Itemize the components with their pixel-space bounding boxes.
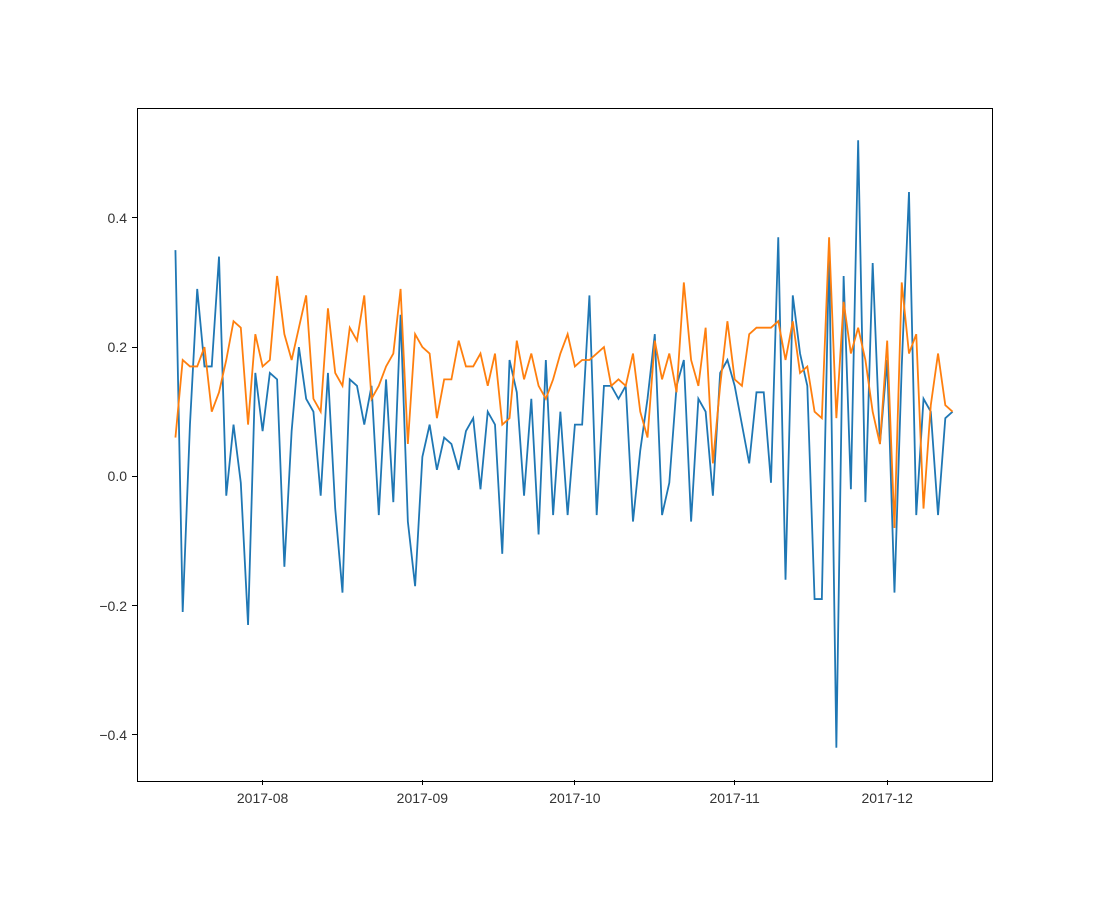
- x-tick-label: 2017-10: [549, 790, 600, 806]
- y-tick-label: −0.2: [77, 598, 127, 614]
- chart-container: −0.4 −0.2 0.0 0.2 0.4 2017-08 2017-09 2017-10 2…: [0, 0, 1100, 900]
- x-tick-label: 2017-12: [861, 790, 912, 806]
- y-tick-label: 0.4: [77, 210, 127, 226]
- y-tick-mark: [132, 605, 137, 606]
- x-tick-mark: [887, 780, 888, 785]
- y-tick-label: 0.0: [77, 468, 127, 484]
- x-tick-label: 2017-11: [710, 790, 760, 806]
- x-tick-mark: [574, 780, 575, 785]
- y-tick-label: −0.4: [77, 727, 127, 743]
- x-tick-label: 2017-09: [397, 790, 448, 806]
- line-series-2: [175, 237, 952, 528]
- x-tick-label: 2017-08: [237, 790, 288, 806]
- y-tick-label: 0.2: [77, 339, 127, 355]
- x-tick-mark: [422, 780, 423, 785]
- x-tick-mark: [734, 780, 735, 785]
- y-tick-mark: [132, 217, 137, 218]
- y-tick-mark: [132, 347, 137, 348]
- y-tick-mark: [132, 476, 137, 477]
- chart-svg: [137, 108, 991, 780]
- line-series-1: [175, 140, 952, 747]
- x-tick-mark: [262, 780, 263, 785]
- y-tick-mark: [132, 734, 137, 735]
